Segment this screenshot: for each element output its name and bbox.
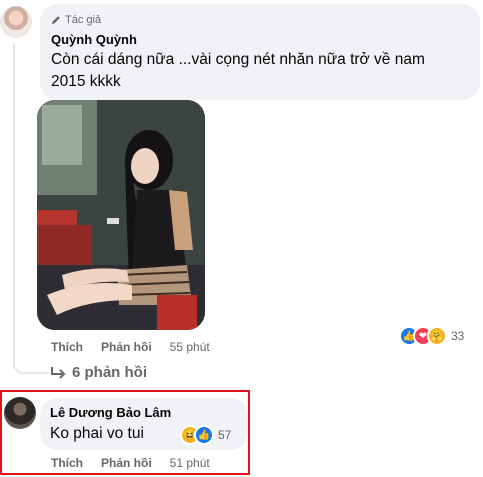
reaction-count: 33 xyxy=(451,329,465,343)
pencil-icon xyxy=(52,16,60,24)
reply-button[interactable]: Phản hồi xyxy=(101,340,152,354)
comment-author[interactable]: Quỳnh Quỳnh xyxy=(51,32,137,47)
reaction-summary[interactable]: 👍 ❤ 🤗 33 xyxy=(399,326,464,346)
comment-text: Còn cái dáng nữa ...vài cọng nét nhăn nữ… xyxy=(51,51,425,90)
thread-line xyxy=(13,44,15,368)
photo-content xyxy=(37,100,205,330)
view-replies-link[interactable]: 6 phản hồi xyxy=(50,364,147,381)
attached-photo[interactable] xyxy=(37,100,205,330)
thread-connector xyxy=(13,360,49,374)
care-icon: 🤗 xyxy=(427,326,447,346)
view-replies-label: 6 phản hồi xyxy=(72,364,147,381)
highlight-box xyxy=(0,390,250,475)
like-button[interactable]: Thích xyxy=(51,340,83,354)
comment-actions: Thích Phản hồi 55 phút xyxy=(51,340,210,354)
author-badge-label: Tác giả xyxy=(65,14,102,26)
reply-arrow-icon xyxy=(51,366,66,379)
author-badge: Tác giả xyxy=(51,14,101,26)
timestamp[interactable]: 55 phút xyxy=(170,340,210,354)
avatar[interactable] xyxy=(0,6,32,38)
